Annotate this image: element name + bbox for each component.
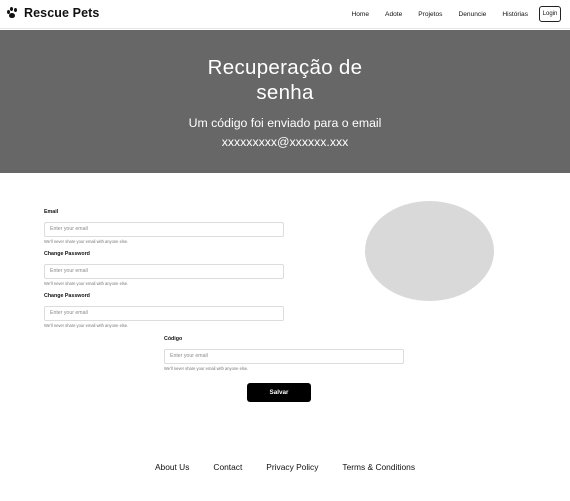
codigo-help-text: We'll never share your email with anyone…	[164, 365, 249, 371]
change-password-input-1[interactable]	[44, 263, 284, 279]
email-help-text: We'll never share your email with anyone…	[44, 238, 129, 244]
brand-name: Rescue Pets	[24, 6, 100, 20]
email-field-group: Email We'll never share your email with …	[44, 209, 284, 244]
hero-subtitle: Um código foi enviado para o email xxxxx…	[0, 114, 570, 151]
footer-link-privacy-policy[interactable]: Privacy Policy	[266, 462, 318, 472]
page-title-text: Recuperação de senha	[207, 56, 363, 104]
change-password-help-text-1: We'll never share your email with anyone…	[44, 280, 129, 286]
codigo-label: Código	[164, 336, 183, 342]
footer-links: About Us Contact Privacy Policy Terms & …	[0, 458, 570, 476]
codigo-input[interactable]	[164, 348, 404, 364]
image-placeholder	[365, 201, 494, 301]
change-password-field-group-1: Change Password We'll never share your e…	[44, 251, 284, 286]
save-button[interactable]: Salvar	[247, 383, 311, 402]
page-title: Recuperação de senha	[0, 55, 570, 105]
codigo-field-group: Código We'll never share your email with…	[164, 336, 404, 371]
hero-subtitle-email: xxxxxxxxx@xxxxxx.xxx	[221, 134, 349, 149]
nav-link-adote[interactable]: Adote	[385, 11, 402, 18]
nav-link-home[interactable]: Home	[351, 11, 369, 18]
nav-links: Home Adote Projetos Denuncie Histórias	[335, 0, 528, 29]
nav-link-projetos[interactable]: Projetos	[418, 11, 442, 18]
login-button[interactable]: Login	[539, 6, 561, 22]
change-password-input-2[interactable]	[44, 305, 284, 321]
hero-subtitle-line1: Um código foi enviado para o email	[188, 116, 382, 130]
nav-link-historias[interactable]: Histórias	[502, 11, 528, 18]
change-password-help-text-2: We'll never share your email with anyone…	[44, 322, 129, 328]
footer-link-contact[interactable]: Contact	[213, 462, 242, 472]
email-input[interactable]	[44, 221, 284, 237]
hero-banner: Recuperação de senha Um código foi envia…	[0, 30, 570, 173]
footer-link-about-us[interactable]: About Us	[155, 462, 189, 472]
nav-link-denuncie[interactable]: Denuncie	[458, 11, 486, 18]
footer-link-terms[interactable]: Terms & Conditions	[342, 462, 415, 472]
change-password-label-2: Change Password	[44, 293, 90, 299]
paw-icon	[6, 6, 19, 20]
change-password-field-group-2: Change Password We'll never share your e…	[44, 293, 284, 328]
brand-link[interactable]: Rescue Pets	[6, 6, 99, 20]
email-label: Email	[44, 209, 59, 215]
change-password-label-1: Change Password	[44, 251, 90, 257]
top-navbar: Rescue Pets Home Adote Projetos Denuncie…	[0, 0, 570, 29]
